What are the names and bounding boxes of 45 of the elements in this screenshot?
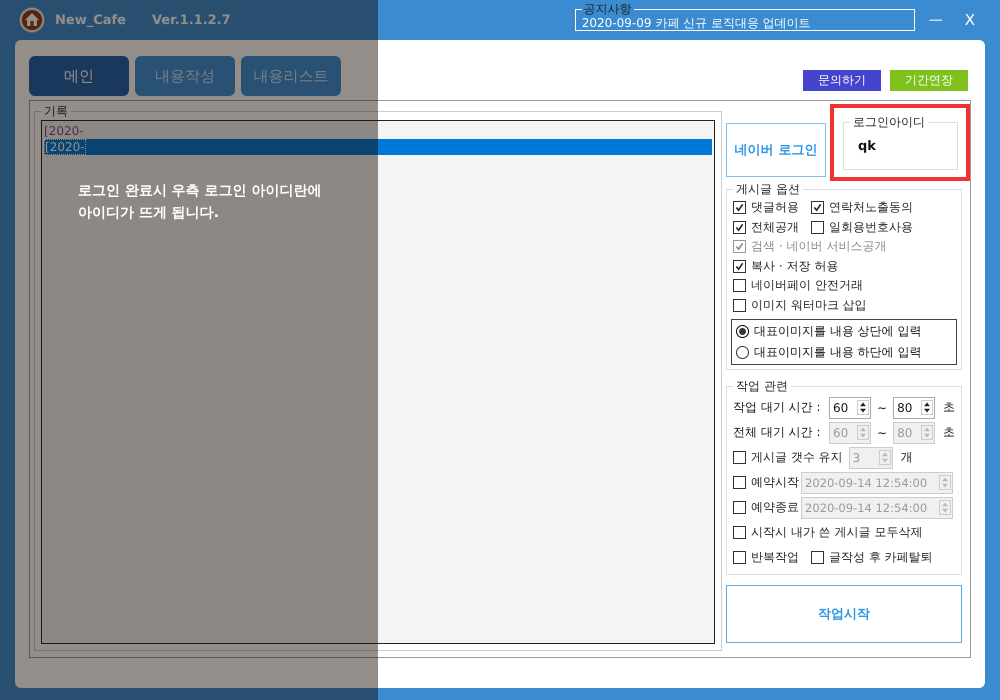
minimize-button[interactable]: — xyxy=(924,11,947,29)
checkmark-icon xyxy=(735,222,744,232)
work-label: 작업 관련 xyxy=(735,378,789,395)
wait-time-label: 작업 대기 시간 : xyxy=(733,399,822,416)
action-button[interactable]: 문의하기 xyxy=(803,70,881,91)
radio-label: 대표이미지를 내용 하단에 입력 xyxy=(754,344,922,361)
checkbox[interactable]: 반복작업 xyxy=(733,549,799,566)
version-label: Ver.1.1.2.7 xyxy=(152,12,231,28)
unit-label: 초 xyxy=(943,424,956,441)
notice-label: 공지사항 xyxy=(582,3,633,15)
login-id-label: 로그인아이디 xyxy=(852,114,926,131)
checkmark-icon xyxy=(735,203,744,212)
unit-label: 개 xyxy=(900,449,913,466)
tutorial-caption: 로그인 완료시 우측 로그인 아이디란에 아이디가 뜨게 됩니다. xyxy=(78,182,322,223)
post-options-label: 게시글 옵션 xyxy=(735,181,801,198)
checkbox[interactable]: 이미지 워터마크 삽입 xyxy=(733,296,867,314)
close-button[interactable]: X xyxy=(960,11,979,29)
checkbox[interactable]: 시작시 내가 쓴 게시글 모두삭제 xyxy=(733,524,922,541)
log-label: 기록 xyxy=(43,103,69,120)
checkbox[interactable]: 네이버페이 안전거래 xyxy=(733,277,863,294)
checkmark-icon xyxy=(735,262,744,271)
house-logo-icon xyxy=(19,7,45,33)
checkbox[interactable]: 복사 · 저장 허용 xyxy=(733,258,838,275)
number-field[interactable]: 60 xyxy=(829,396,871,418)
checkbox[interactable]: 연락처노출동의 xyxy=(811,199,913,216)
app-name: New_Cafe xyxy=(55,12,126,28)
checkmark-icon xyxy=(735,242,744,252)
checkbox[interactable]: 전체공개 xyxy=(733,218,799,236)
range-separator: ~ xyxy=(877,400,888,414)
wait-time-label: 전체 대기 시간 : xyxy=(733,424,822,441)
unit-label: 초 xyxy=(943,399,956,416)
checkbox[interactable]: 일회용번호사용 xyxy=(811,218,913,236)
checkmark-icon xyxy=(813,203,822,212)
range-separator: ~ xyxy=(877,426,888,440)
radio-button[interactable] xyxy=(736,325,749,338)
tab[interactable]: 메인 xyxy=(29,56,129,96)
login-id-value: qk xyxy=(858,138,876,154)
number-field[interactable]: 80 xyxy=(893,396,936,418)
checkbox[interactable]: 글작성 후 카페탈퇴 xyxy=(811,549,933,566)
spin-buttons[interactable] xyxy=(857,400,869,415)
checkbox[interactable]: 댓글허용 xyxy=(733,199,799,216)
radio-label: 대표이미지를 내용 상단에 입력 xyxy=(754,323,922,340)
notice-text: 2020-09-09 카페 신규 로직대응 업데이트 xyxy=(582,16,811,30)
radio-button[interactable] xyxy=(736,346,749,359)
spin-buttons[interactable] xyxy=(921,400,934,415)
